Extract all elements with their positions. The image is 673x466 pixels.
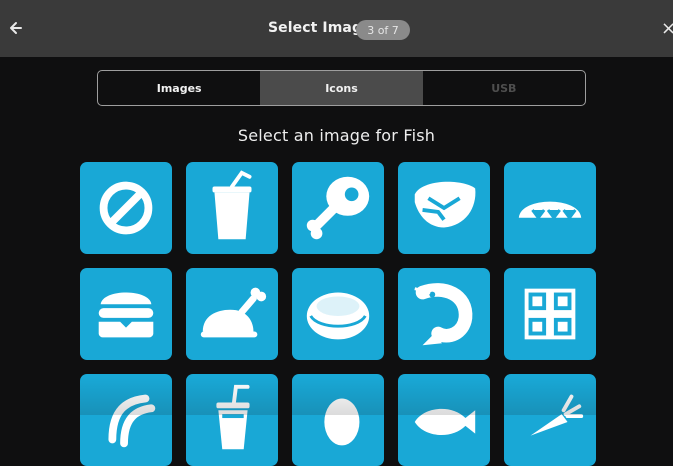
egg-icon <box>324 398 360 446</box>
top-bar: Select Image 3 of 7 × <box>0 0 673 57</box>
close-icon: × <box>661 18 673 39</box>
tile-no-entry[interactable] <box>80 162 172 254</box>
tab-images[interactable]: Images <box>98 71 260 105</box>
tile-burger[interactable] <box>80 268 172 360</box>
tab-icons[interactable]: Icons <box>260 71 423 105</box>
tile-fish[interactable] <box>398 374 490 466</box>
tile-ham-leg[interactable] <box>292 162 384 254</box>
ham-leg-icon <box>306 176 370 240</box>
steak-icon <box>414 181 476 228</box>
fish-icon <box>414 408 476 435</box>
tile-bacon[interactable] <box>80 374 172 466</box>
shrimp-icon <box>414 283 473 346</box>
drink-cup-icon <box>212 170 252 240</box>
bacon-icon <box>108 394 156 448</box>
tile-shaker-drink[interactable] <box>186 374 278 466</box>
tile-egg[interactable] <box>292 374 384 466</box>
shaker-drink-icon <box>216 384 250 450</box>
tile-drink-cup[interactable] <box>186 162 278 254</box>
icon-grid <box>80 162 600 466</box>
tile-steak[interactable] <box>398 162 490 254</box>
grid-icon <box>524 288 576 340</box>
no-entry-icon <box>99 181 153 235</box>
tile-roast-chicken[interactable] <box>186 268 278 360</box>
back-button[interactable] <box>6 18 26 38</box>
tab-usb[interactable]: USB <box>423 71 585 105</box>
close-button[interactable]: × <box>661 20 673 38</box>
roast-chicken-icon <box>200 287 267 338</box>
tile-bread[interactable] <box>504 162 596 254</box>
tile-vegetable[interactable] <box>504 374 596 466</box>
tile-shrimp[interactable] <box>398 268 490 360</box>
instruction-text: Select an image for Fish <box>237 126 436 145</box>
vegetable-icon <box>530 394 584 436</box>
step-badge: 3 of 7 <box>356 20 410 40</box>
back-arrow-icon <box>10 22 22 34</box>
tile-meat-slice[interactable] <box>292 268 384 360</box>
bread-loaf-icon <box>518 201 582 221</box>
meat-slice-icon <box>306 292 370 340</box>
source-tabs: Images Icons USB <box>97 70 586 106</box>
burger-icon <box>98 292 154 338</box>
tile-grid[interactable] <box>504 268 596 360</box>
